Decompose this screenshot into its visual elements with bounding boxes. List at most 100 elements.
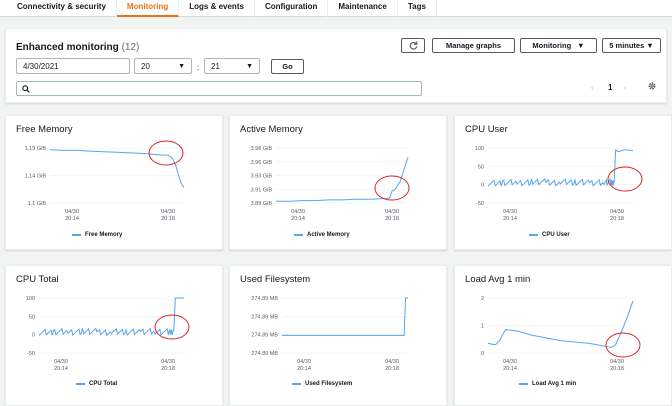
y-tick-label: 3.96 GiB xyxy=(251,160,273,166)
x-tick-label: 04/30 xyxy=(54,359,68,365)
chart-plot: 100500-5004/3020:1404/3020:18 xyxy=(475,146,643,222)
x-tick-label: 20:14 xyxy=(291,216,305,222)
y-tick-label: 3.91 GiB xyxy=(251,187,273,193)
legend-swatch xyxy=(294,234,303,236)
pagination-prev[interactable]: ‹ xyxy=(591,83,594,92)
chart-card-load-avg: Load Avg 1 min 2 1 0 04/30 20:14 04/30 20:18 L… xyxy=(454,265,672,406)
x-tick-label: 20:18 xyxy=(610,366,624,372)
highlight-circle xyxy=(148,140,184,166)
legend-label: Active Memory xyxy=(307,232,350,238)
chevron-left-icon: ‹ xyxy=(591,83,594,92)
chart-plot: 1.19 GiB1.14 GiB1.1 GiB04/3020:1404/3020… xyxy=(25,140,185,222)
chevron-right-icon: › xyxy=(624,83,627,92)
x-tick-label: 04/30 xyxy=(291,209,305,215)
go-button[interactable]: Go xyxy=(271,59,304,74)
tab-connectivity-security[interactable]: Connectivity & security xyxy=(0,0,117,17)
chart-plot: 3.98 GiB 3.96 GiB 3.93 GiB 3.91 GiB 3.89 GiB… xyxy=(251,146,410,222)
y-tick-label: 274.89 MB xyxy=(251,333,278,339)
chart-card-free-memory: Free Memory 1.19 GiB 1.14 GiB 1.1 GiB 04/30… xyxy=(5,115,223,250)
page-number[interactable]: 1 xyxy=(608,83,612,92)
x-tick-label: 04/30 xyxy=(385,209,399,215)
x-tick-label: 20:18 xyxy=(161,366,175,372)
tab-bar: Connectivity & security Monitoring Logs … xyxy=(0,0,672,17)
pagination-next[interactable]: › xyxy=(624,83,627,92)
x-tick-label: 20:18 xyxy=(610,216,624,222)
highlight-circle xyxy=(605,332,641,358)
legend-swatch xyxy=(519,383,528,385)
legend-label: CPU User xyxy=(542,232,570,238)
x-tick-label: 04/30 xyxy=(385,359,399,365)
time-separator: : xyxy=(197,63,200,72)
interval-select[interactable]: 5 minutes ▼ xyxy=(602,38,661,53)
series-line xyxy=(282,297,408,336)
legend-swatch xyxy=(529,234,538,236)
legend-label: Load Avg 1 min xyxy=(532,381,577,387)
chart-card-active-memory: Active Memory 3.98 GiB 3.96 GiB 3.93 GiB 3.… xyxy=(229,115,447,250)
y-tick-label: -50 xyxy=(476,201,484,207)
gear-icon xyxy=(648,82,656,90)
y-tick-label: 2 xyxy=(481,296,484,302)
chart-legend[interactable]: CPU User xyxy=(529,232,570,238)
series-line xyxy=(487,300,634,349)
chart-legend[interactable]: Active Memory xyxy=(294,232,350,238)
y-tick-label: 3.98 GiB xyxy=(251,146,273,152)
chart-card-cpu-user: CPU User 100 50 0 -50 04/30 20:14 04/30 20:18 C… xyxy=(454,115,672,250)
x-tick-label: 20:14 xyxy=(65,216,79,222)
y-tick-label: 0 xyxy=(32,333,35,339)
chart-legend[interactable]: Load Avg 1 min xyxy=(519,381,576,387)
y-tick-label: 3.89 GiB xyxy=(251,201,273,207)
tab-logs-events[interactable]: Logs & events xyxy=(179,0,255,17)
x-tick-label: 04/30 xyxy=(610,209,624,215)
x-tick-label: 20:14 xyxy=(503,216,517,222)
y-tick-label: 1.1 GiB xyxy=(28,201,47,207)
monitoring-dropdown[interactable]: Monitoring ▼ xyxy=(520,38,597,53)
chart-card-used-filesystem: Used Filesystem 274.89 MB 274.89 MB 274.89… xyxy=(229,265,447,406)
x-tick-label: 04/30 xyxy=(161,359,175,365)
x-tick-label: 04/30 xyxy=(65,209,79,215)
page-title-text: Enhanced monitoring xyxy=(16,42,119,53)
chart-legend[interactable]: CPU Total xyxy=(76,381,117,387)
x-tick-label: 20:14 xyxy=(503,366,517,372)
refresh-icon xyxy=(409,41,417,50)
legend-swatch xyxy=(292,383,301,385)
settings-button[interactable] xyxy=(647,81,657,93)
caret-down-icon: ▼ xyxy=(178,62,185,70)
search-icon xyxy=(22,85,30,93)
y-tick-label: 50 xyxy=(478,164,484,170)
y-tick-label: 1.19 GiB xyxy=(25,146,47,152)
enhanced-monitoring-panel: Enhanced monitoring (12) Manage graphs M… xyxy=(5,28,667,103)
legend-label: Free Memory xyxy=(85,232,123,238)
y-tick-label: 274.89 MB xyxy=(251,296,278,302)
metric-count: (12) xyxy=(121,42,140,53)
y-tick-label: 274.89 MB xyxy=(251,351,278,357)
x-tick-label: 20:18 xyxy=(385,366,399,372)
tab-configuration[interactable]: Configuration xyxy=(255,0,329,17)
caret-down-icon: ▼ xyxy=(646,41,654,50)
manage-graphs-button[interactable]: Manage graphs xyxy=(432,38,515,53)
series-line xyxy=(276,157,409,202)
x-tick-label: 04/30 xyxy=(297,359,311,365)
legend-label: CPU Total xyxy=(89,381,118,387)
date-input[interactable]: 4/30/2021 xyxy=(16,58,130,74)
x-tick-label: 04/30 xyxy=(161,209,175,215)
series-line xyxy=(49,149,185,188)
hour-select[interactable]: 20 ▼ xyxy=(134,58,192,74)
refresh-button[interactable] xyxy=(401,38,425,53)
x-tick-label: 04/30 xyxy=(610,359,624,365)
legend-label: Used Filesystem xyxy=(305,381,353,387)
tab-monitoring[interactable]: Monitoring xyxy=(116,0,180,17)
page-title: Enhanced monitoring (12) xyxy=(16,42,139,53)
chart-legend[interactable]: Free Memory xyxy=(72,232,122,238)
y-tick-label: 0 xyxy=(481,351,484,357)
caret-down-icon: ▼ xyxy=(246,62,253,70)
x-tick-label: 20:18 xyxy=(385,216,399,222)
tab-maintenance[interactable]: Maintenance xyxy=(328,0,398,17)
search-input[interactable] xyxy=(16,81,422,96)
legend-swatch xyxy=(72,234,81,236)
y-tick-label: 274.89 MB xyxy=(251,314,278,320)
chart-legend[interactable]: Used Filesystem xyxy=(292,381,352,387)
tab-tags[interactable]: Tags xyxy=(398,0,437,17)
x-tick-label: 20:18 xyxy=(161,216,175,222)
x-tick-label: 20:14 xyxy=(297,366,311,372)
minute-select[interactable]: 21 ▼ xyxy=(204,58,260,74)
